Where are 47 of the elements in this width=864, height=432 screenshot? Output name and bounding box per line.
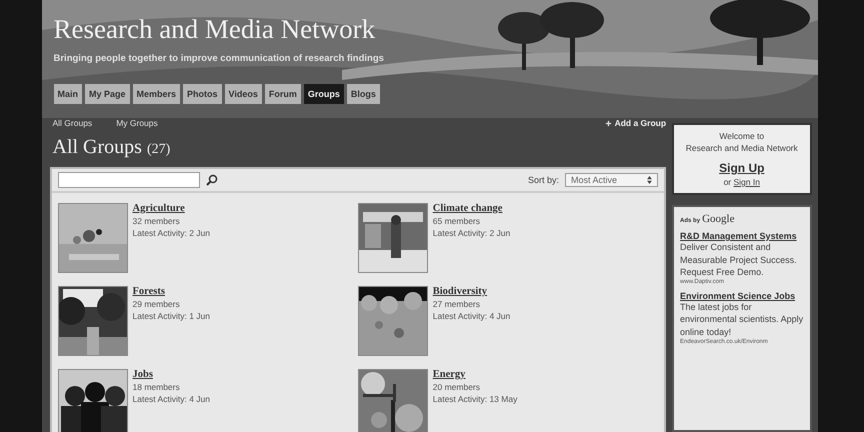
- member-count: 20 members: [432, 382, 480, 392]
- nav-tab[interactable]: Groups: [304, 84, 344, 104]
- latest-activity: Latest Activity: 2 Jun: [432, 228, 510, 238]
- welcome-text: Welcome to: [719, 131, 764, 141]
- latest-activity: Latest Activity: 4 Jun: [132, 394, 210, 404]
- nav-tab[interactable]: My Page: [85, 84, 130, 104]
- or-text: or: [724, 177, 732, 187]
- search-field[interactable]: [58, 172, 200, 188]
- nav-tab[interactable]: Photos: [183, 84, 222, 104]
- member-count: 27 members: [432, 299, 480, 309]
- group-name-link[interactable]: Jobs: [132, 369, 153, 380]
- group-name-link[interactable]: Climate change: [432, 203, 502, 214]
- nav-tab[interactable]: Videos: [224, 84, 262, 104]
- group-name-link[interactable]: Biodiversity: [432, 286, 488, 297]
- ad-title-link[interactable]: Environment Science Jobs: [680, 290, 796, 301]
- subnav-link[interactable]: My Groups: [116, 118, 158, 128]
- member-count: 29 members: [132, 299, 180, 309]
- group-name-link[interactable]: Forests: [132, 286, 165, 297]
- nav-tab[interactable]: Blogs: [346, 84, 380, 104]
- latest-activity: Latest Activity: 4 Jun: [432, 311, 510, 321]
- nav-tab[interactable]: Main: [54, 84, 82, 104]
- ads-brand: Google: [702, 213, 734, 225]
- latest-activity: Latest Activity: 2 Jun: [132, 228, 210, 238]
- page-heading: All Groups (27): [52, 135, 172, 160]
- subnav-link[interactable]: All Groups: [52, 118, 92, 128]
- sign-up-link[interactable]: Sign Up: [719, 161, 764, 175]
- ad-text: Deliver Consistent and Measurable Project Success. Request Free Demo.: [680, 241, 798, 278]
- add-group-link[interactable]: Add a Group: [604, 118, 666, 128]
- plus-icon: [604, 120, 612, 126]
- sort-dropdown[interactable]: Most Active: [565, 173, 658, 187]
- member-count: 65 members: [432, 216, 480, 226]
- sort-label: Sort by:: [528, 175, 560, 185]
- site-tagline: Bringing people together to improve communication of research findings: [54, 53, 384, 64]
- group-name-link[interactable]: Energy: [432, 369, 466, 380]
- ad-text: The latest jobs for environmental scientists. Apply online today!: [680, 300, 804, 338]
- site-name-text: Research and Media Network: [686, 143, 798, 153]
- member-count: 32 members: [132, 216, 180, 226]
- search-icon[interactable]: [206, 174, 218, 186]
- latest-activity: Latest Activity: 13 May: [432, 394, 518, 404]
- member-count: 18 members: [132, 382, 180, 392]
- ad-title-link[interactable]: R&D Management Systems: [680, 231, 797, 241]
- latest-activity: Latest Activity: 1 Jun: [132, 311, 210, 321]
- nav-tab[interactable]: Forum: [264, 84, 301, 104]
- nav-tab[interactable]: Members: [132, 84, 180, 104]
- updown-arrows-icon: [647, 176, 652, 184]
- group-name-link[interactable]: Agriculture: [132, 203, 185, 214]
- sign-in-link[interactable]: Sign In: [734, 177, 760, 187]
